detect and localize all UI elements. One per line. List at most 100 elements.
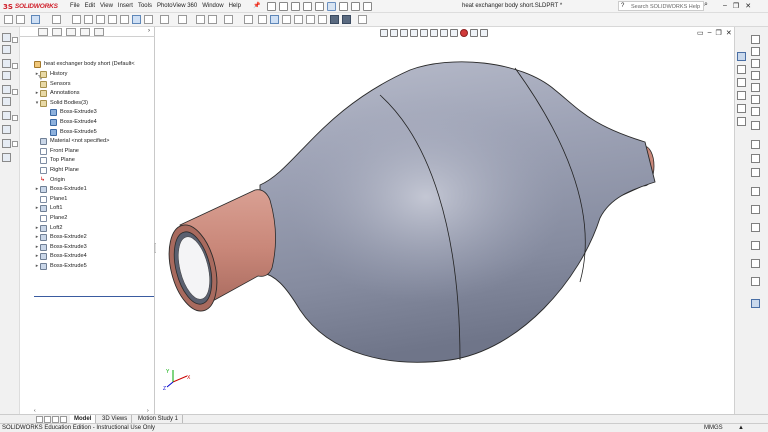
toolbar-icon-4[interactable] (52, 15, 61, 24)
task-pane-icon-m[interactable] (751, 205, 760, 214)
view-palette-icon[interactable] (737, 104, 746, 113)
task-pane-icon-h[interactable] (751, 121, 760, 130)
menu-view[interactable]: View (100, 2, 113, 11)
toolbar-icon-19[interactable] (270, 15, 279, 24)
toolbar-icon-23[interactable] (318, 15, 327, 24)
tree-item[interactable]: Sensors (34, 80, 71, 89)
view-setting-hu-icon[interactable] (480, 29, 488, 37)
edit-appearance-icon[interactable] (160, 15, 169, 24)
rebuild-icon[interactable] (339, 2, 348, 11)
dynamic-annotation-icon[interactable] (420, 29, 428, 37)
tab-first-icon[interactable] (36, 416, 43, 423)
configuration-manager-tab-icon[interactable] (66, 28, 76, 36)
extruded-cut-icon[interactable] (2, 97, 11, 106)
viewport-split-icon[interactable]: ▭ (697, 29, 704, 37)
previous-view-hu-icon[interactable] (400, 29, 408, 37)
view-orientation-icon[interactable] (120, 15, 129, 24)
help-search-input[interactable]: ? Search SOLIDWORKS Help (618, 1, 704, 11)
tree-item[interactable]: ▸ Loft2 (34, 224, 62, 233)
tree-item[interactable]: ▸ Annotations (34, 89, 80, 98)
toolbar-icon-20[interactable] (282, 15, 291, 24)
monitor-icon[interactable] (224, 15, 233, 24)
tab-prev-icon[interactable] (44, 416, 51, 423)
property-manager-tab-icon[interactable] (52, 28, 62, 36)
tree-item[interactable]: Boss-Extrude4 (44, 118, 97, 127)
undo-icon[interactable] (315, 2, 324, 11)
tree-item[interactable]: ▸ Boss-Extrude5 (34, 262, 87, 271)
close-button[interactable]: ✕ (745, 2, 751, 10)
viewport-restore-icon[interactable]: ❐ (716, 29, 722, 37)
tab-last-icon[interactable] (60, 416, 67, 423)
tree-item[interactable]: Plane1 (34, 195, 67, 204)
tree-item[interactable]: Boss-Extrude5 (44, 128, 97, 137)
tree-item[interactable]: ▸ Boss-Extrude4 (34, 252, 87, 261)
pin-menu-icon[interactable]: 📌 (253, 2, 260, 9)
home-icon[interactable] (737, 52, 746, 61)
view-orientation-hu-icon[interactable] (430, 29, 438, 37)
task-pane-icon-p[interactable] (751, 259, 760, 268)
status-expand-icon[interactable]: ▲ (738, 424, 744, 432)
task-pane-icon-q[interactable] (751, 277, 760, 286)
cmd-small-icon-4[interactable] (12, 115, 18, 121)
cmd-small-icon-1[interactable] (12, 37, 18, 43)
cmd-small-icon-3[interactable] (12, 89, 18, 95)
tree-item[interactable]: ▸ Loft1 (34, 204, 62, 213)
tree-item[interactable]: Boss-Extrude3 (44, 108, 97, 117)
appearances-icon[interactable] (737, 117, 746, 126)
new-document-icon[interactable] (267, 2, 276, 11)
sketch-icon[interactable] (2, 153, 11, 162)
toolbar-icon-21[interactable] (294, 15, 303, 24)
menu-edit[interactable]: Edit (85, 2, 95, 11)
tree-item[interactable]: ↳ Origin (34, 176, 65, 185)
file-properties-icon[interactable] (351, 2, 360, 11)
design-library-icon[interactable] (737, 78, 746, 87)
toolbar-icon-24[interactable] (330, 15, 339, 24)
task-pane-icon-r[interactable] (751, 299, 760, 308)
apply-scene-icon[interactable] (470, 29, 478, 37)
task-pane-icon-n[interactable] (751, 223, 760, 232)
dimxpert-tab-icon[interactable] (80, 28, 90, 36)
zoom-to-area-icon[interactable] (390, 29, 398, 37)
task-pane-icon-i[interactable] (751, 140, 760, 149)
cmd-small-icon-5[interactable] (12, 141, 18, 147)
menu-photoview[interactable]: PhotoView 360 (157, 2, 197, 11)
tree-root[interactable]: heat exchanger body short (Default< (34, 60, 135, 69)
rib-icon[interactable] (2, 139, 11, 148)
tab-next-icon[interactable] (52, 416, 59, 423)
task-pane-icon-b[interactable] (751, 47, 760, 56)
hide-show-icon[interactable] (144, 15, 153, 24)
toolbar-icon-18[interactable] (258, 15, 267, 24)
toolbar-icon-1[interactable] (4, 15, 13, 24)
tree-item[interactable]: ▸ Boss-Extrude1 (34, 185, 87, 194)
edit-appearance-hu-icon[interactable] (460, 29, 468, 37)
tree-item[interactable]: ▸ Boss-Extrude2 (34, 233, 87, 242)
tree-item[interactable]: Front Plane (34, 147, 79, 156)
select-icon[interactable] (327, 2, 336, 11)
menu-insert[interactable]: Insert (118, 2, 133, 11)
lofted-boss-icon[interactable] (2, 71, 11, 80)
task-pane-icon-o[interactable] (751, 241, 760, 250)
view-settings-icon[interactable] (196, 15, 205, 24)
task-pane-icon-j[interactable] (751, 154, 760, 163)
task-pane-icon-l[interactable] (751, 187, 760, 196)
toolbar-icon-17[interactable] (244, 15, 253, 24)
zoom-fit-icon[interactable] (72, 15, 81, 24)
tree-item[interactable]: Top Plane (34, 156, 75, 165)
menu-help[interactable]: Help (229, 2, 241, 11)
rollback-bar[interactable] (34, 296, 154, 297)
viewport-minimize-icon[interactable]: – (708, 29, 712, 37)
fillet-icon[interactable] (2, 111, 11, 120)
hide-show-items-icon[interactable] (450, 29, 458, 37)
tree-item[interactable]: Plane2 (34, 214, 67, 223)
section-view-hu-icon[interactable] (410, 29, 418, 37)
display-style-icon[interactable] (132, 15, 141, 24)
swept-boss-icon[interactable] (2, 59, 11, 68)
cmd-small-icon-2[interactable] (12, 63, 18, 69)
task-pane-icon-c[interactable] (751, 59, 760, 68)
print-icon[interactable] (303, 2, 312, 11)
task-pane-icon-d[interactable] (751, 71, 760, 80)
minimize-button[interactable]: – (723, 2, 727, 10)
panel-expand-icon[interactable]: › (148, 28, 150, 34)
task-pane-icon-k[interactable] (751, 168, 760, 177)
display-manager-tab-icon[interactable] (94, 28, 104, 36)
